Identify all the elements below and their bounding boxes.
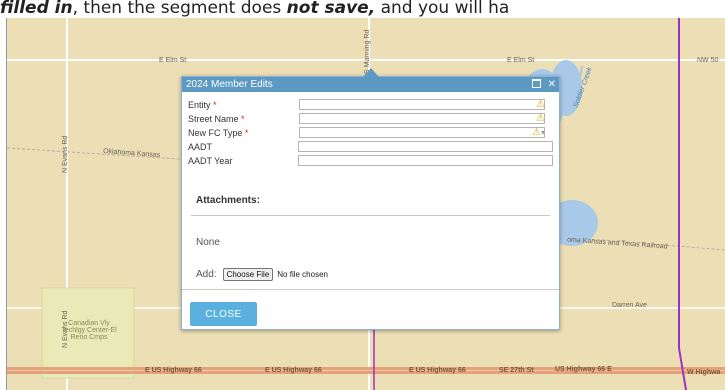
aadt-input[interactable] bbox=[298, 141, 553, 153]
fc-type-label: New FC Type * bbox=[188, 127, 249, 138]
divider bbox=[182, 288, 559, 290]
chevron-down-icon[interactable]: ▾ bbox=[541, 128, 545, 137]
aadt-label: AADT bbox=[188, 141, 213, 152]
dialog-titlebar[interactable]: 2024 Member Edits ✕ bbox=[182, 77, 559, 92]
label-w-highway: W Highwa bbox=[687, 369, 721, 376]
required-marker: * bbox=[241, 113, 245, 124]
warning-icon: ⚠ bbox=[536, 113, 545, 125]
warning-icon: ⚠▾ bbox=[532, 127, 545, 139]
warning-icon: ⚠ bbox=[536, 99, 545, 111]
street-name-label: Street Name * bbox=[188, 113, 245, 124]
attachments-empty-text: None bbox=[196, 236, 220, 248]
label-darren-ave: Darren Ave bbox=[612, 302, 647, 309]
file-status-text: No file chosen bbox=[277, 269, 328, 279]
dialog-pointer bbox=[363, 68, 379, 77]
street-name-input[interactable] bbox=[299, 113, 545, 125]
label-n-evans-top: N Evans Rd bbox=[62, 135, 69, 173]
choose-file-button[interactable]: Choose File bbox=[222, 267, 274, 281]
fc-type-select[interactable] bbox=[299, 127, 545, 139]
label-us66-3: E US Highway 66 bbox=[409, 367, 466, 374]
attachments-heading: Attachments: bbox=[196, 194, 260, 206]
field-row-aadt: AADT bbox=[188, 141, 553, 153]
entity-label: Entity * bbox=[188, 99, 217, 110]
boundary-line bbox=[678, 18, 687, 390]
field-row-fc-type: New FC Type * ⚠▾ bbox=[188, 127, 553, 139]
label-se-27th: SE 27th St bbox=[499, 367, 534, 374]
caption-text-2: and you will ha bbox=[375, 0, 510, 18]
field-row-street-name: Street Name * ⚠ bbox=[188, 113, 553, 125]
field-row-entity: Entity * ⚠ bbox=[188, 99, 553, 111]
required-marker: * bbox=[244, 127, 249, 138]
caption-text-1: , then the segment does bbox=[72, 0, 287, 18]
close-button[interactable]: CLOSE bbox=[190, 302, 257, 326]
label-nw-50: NW 50 bbox=[697, 57, 719, 64]
entity-input[interactable] bbox=[299, 99, 545, 111]
add-label: Add: bbox=[196, 268, 217, 280]
aadt-year-input[interactable] bbox=[298, 155, 553, 167]
label-us66-1: E US Highway 66 bbox=[145, 367, 202, 374]
aadt-year-label: AADT Year bbox=[188, 155, 233, 166]
divider bbox=[191, 214, 550, 216]
dialog-title: 2024 Member Edits bbox=[186, 79, 273, 90]
member-edits-dialog: 2024 Member Edits ✕ Entity * ⚠ Street Na… bbox=[181, 68, 560, 330]
required-marker: * bbox=[213, 99, 217, 110]
label-canadian-vly: Canadian Vly Techlgy Center-El Reno Cmps bbox=[61, 320, 117, 341]
instruction-caption: filled in, then the segment does not sav… bbox=[0, 0, 725, 18]
caption-emphasis-1: filled in bbox=[0, 0, 73, 18]
label-us66-2: E US Highway 66 bbox=[265, 367, 322, 374]
attribute-form: Entity * ⚠ Street Name * ⚠ New FC Type *… bbox=[182, 92, 559, 167]
add-attachment-row: Add: Choose File No file chosen bbox=[196, 267, 559, 281]
field-row-aadt-year: AADT Year bbox=[188, 155, 553, 167]
caption-emphasis-2: not save, bbox=[286, 0, 376, 18]
label-e-elm-st: E Elm St bbox=[159, 57, 187, 64]
label-e-elm-st-2: E Elm St bbox=[507, 57, 535, 64]
close-icon[interactable]: ✕ bbox=[548, 77, 556, 92]
maximize-icon[interactable] bbox=[531, 79, 541, 88]
label-us66-4: US Highway 66 E bbox=[555, 366, 612, 373]
